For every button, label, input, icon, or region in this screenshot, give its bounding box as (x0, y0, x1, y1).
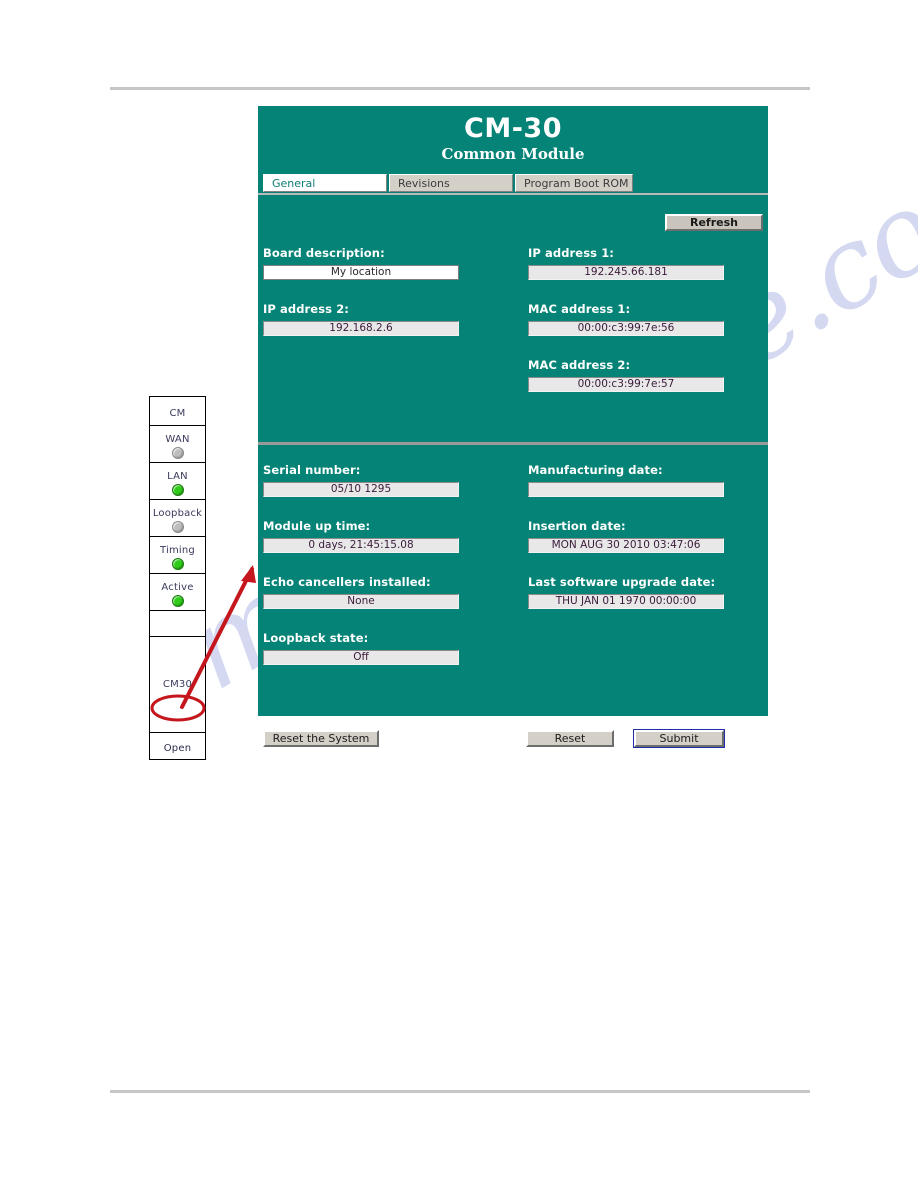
indicator-active-label: Active (161, 582, 194, 593)
tab-program-boot-rom[interactable]: Program Boot ROM (515, 174, 633, 192)
refresh-row: Refresh (258, 214, 768, 240)
active-led-icon (171, 595, 184, 607)
echo-cancellers-label: Echo cancellers installed: (263, 575, 431, 589)
field-board-description: Board description: (263, 246, 459, 280)
open-module-link[interactable]: Open (150, 733, 205, 759)
insertion-date-value (528, 538, 724, 553)
field-mac-address-1: MAC address 1: (528, 302, 724, 336)
serial-number-label: Serial number: (263, 463, 361, 477)
module-up-time-label: Module up time: (263, 519, 371, 533)
annotation-arrow-head (241, 565, 256, 583)
indicator-loopback-label: Loopback (152, 508, 203, 519)
ip-address-1-label: IP address 1: (528, 246, 615, 260)
tab-general[interactable]: General (263, 174, 387, 192)
ip-address-1-value (528, 265, 724, 280)
module-status-panel: CM WAN LAN Loopback Timing Active CM30 O… (149, 396, 206, 760)
module-up-time-value (263, 538, 459, 553)
serial-number-value (263, 482, 459, 497)
field-echo-cancellers: Echo cancellers installed: (263, 575, 459, 609)
mac-address-1-label: MAC address 1: (528, 302, 631, 316)
indicator-wan: WAN (150, 426, 205, 463)
module-panel-spacer-cell (150, 611, 205, 637)
echo-cancellers-value (263, 594, 459, 609)
module-slot-cell: CM30 (150, 637, 205, 733)
board-description-input[interactable] (263, 265, 459, 280)
tab-revisions[interactable]: Revisions (389, 174, 513, 192)
field-serial-number: Serial number: (263, 463, 459, 497)
cm30-config-window: CM-30 Common Module General Revisions Prog… (258, 106, 768, 748)
lan-led-icon (171, 484, 184, 496)
mac-address-2-value (528, 377, 724, 392)
field-last-software-upgrade-date: Last software upgrade date: (528, 575, 724, 609)
page-subtitle: Common Module (441, 145, 585, 163)
refresh-button[interactable]: Refresh (665, 214, 763, 231)
field-insertion-date: Insertion date: (528, 519, 724, 553)
reset-button[interactable]: Reset (526, 730, 614, 747)
mac-address-1-value (528, 321, 724, 336)
manufacturing-date-label: Manufacturing date: (528, 463, 663, 477)
module-panel-title: CM (150, 397, 205, 426)
ip-address-2-label: IP address 2: (263, 302, 350, 316)
page-title: CM-30 (464, 113, 562, 144)
timing-led-icon (171, 558, 184, 570)
submit-button[interactable]: Submit (633, 729, 725, 748)
field-ip-address-2: IP address 2: (263, 302, 459, 336)
field-loopback-state: Loopback state: (263, 631, 459, 665)
indicator-lan-label: LAN (167, 471, 188, 482)
tab-bar: General Revisions Program Boot ROM (258, 174, 768, 195)
indicator-lan: LAN (150, 463, 205, 500)
indicator-timing: Timing (150, 537, 205, 574)
page-footer-rule (110, 1090, 810, 1093)
open-module-label: Open (163, 743, 192, 754)
manufacturing-date-value (528, 482, 724, 497)
loopback-state-value (263, 650, 459, 665)
module-slot-label: CM30 (162, 679, 193, 690)
section-divider (258, 442, 768, 445)
mac-address-2-label: MAC address 2: (528, 358, 631, 372)
indicator-timing-label: Timing (160, 545, 195, 556)
window-header: CM-30 Common Module (258, 106, 768, 164)
loopback-led-icon (171, 521, 184, 533)
board-description-label: Board description: (263, 246, 385, 260)
tab-bar-underline (258, 193, 768, 195)
loopback-state-label: Loopback state: (263, 631, 369, 645)
last-software-upgrade-date-value (528, 594, 724, 609)
page-header-rule (110, 87, 810, 90)
ip-address-2-value (263, 321, 459, 336)
wan-led-icon (171, 447, 184, 459)
field-ip-address-1: IP address 1: (528, 246, 724, 280)
field-module-up-time: Module up time: (263, 519, 459, 553)
module-panel-title-label: CM (169, 408, 186, 419)
reset-the-system-button[interactable]: Reset the System (263, 730, 379, 747)
insertion-date-label: Insertion date: (528, 519, 626, 533)
indicator-loopback: Loopback (150, 500, 205, 537)
indicator-wan-label: WAN (165, 434, 190, 445)
indicator-active: Active (150, 574, 205, 611)
last-software-upgrade-date-label: Last software upgrade date: (528, 575, 716, 589)
field-manufacturing-date: Manufacturing date: (528, 463, 724, 497)
field-mac-address-2: MAC address 2: (528, 358, 724, 392)
